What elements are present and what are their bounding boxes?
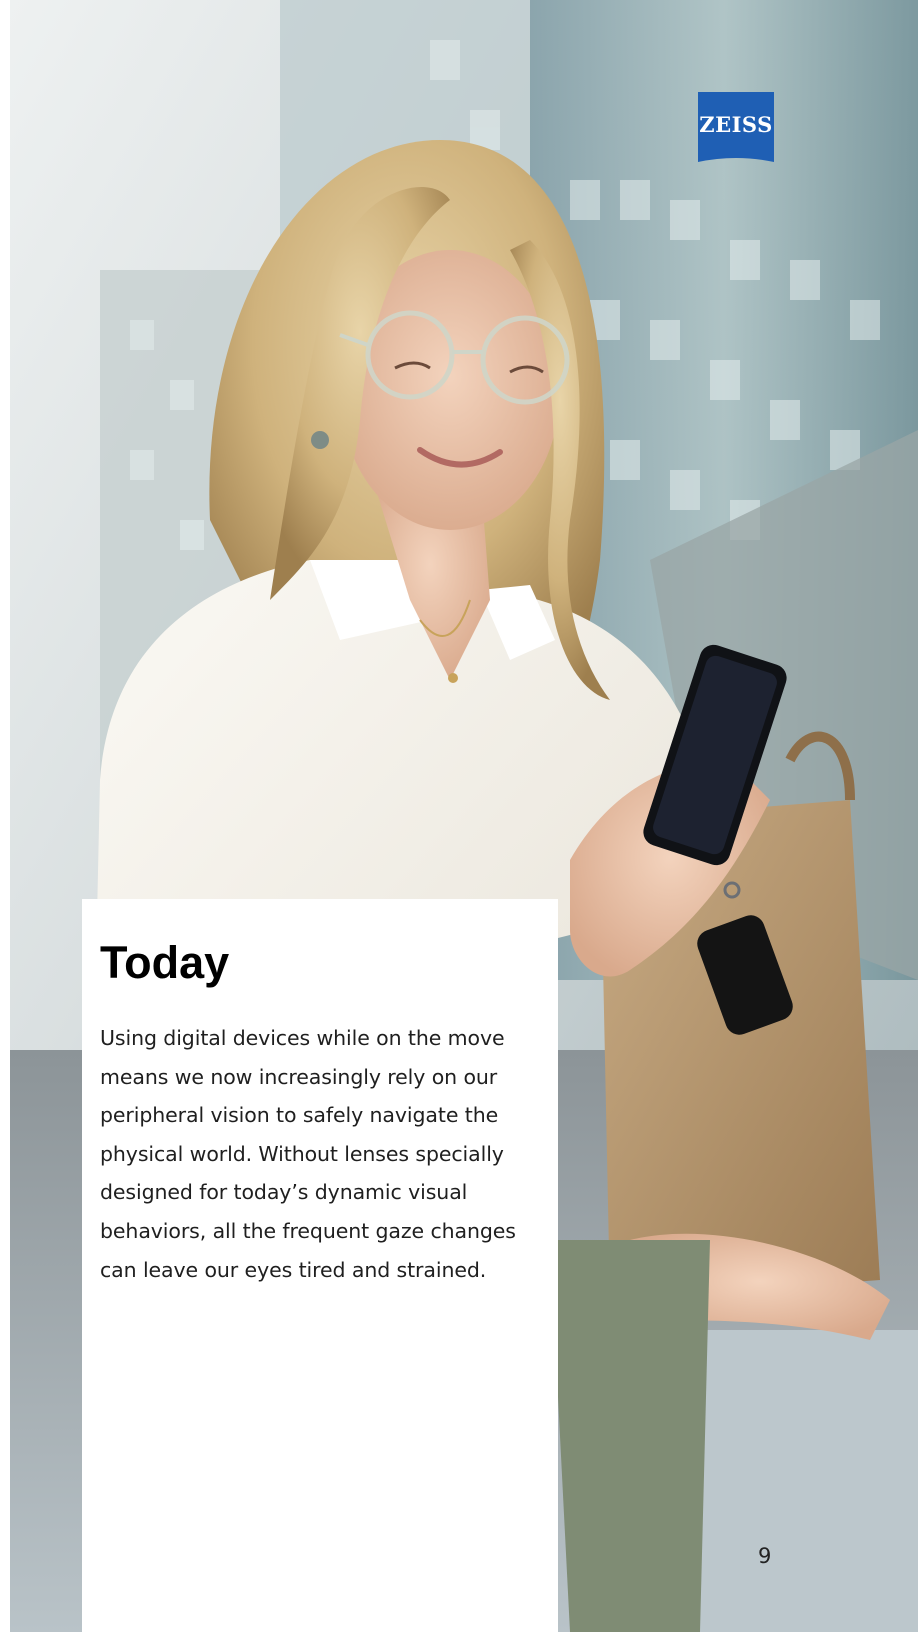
card-body-text: Using digital devices while on the move … [100, 1026, 516, 1282]
card-title: Today [100, 937, 230, 988]
page-number: 9 [758, 1544, 772, 1568]
brochure-page: ZEISS Today Using digital devices while … [10, 0, 918, 1632]
zeiss-logo-text: ZEISS [699, 112, 773, 137]
content-card: Today Using digital devices while on the… [82, 899, 558, 1632]
